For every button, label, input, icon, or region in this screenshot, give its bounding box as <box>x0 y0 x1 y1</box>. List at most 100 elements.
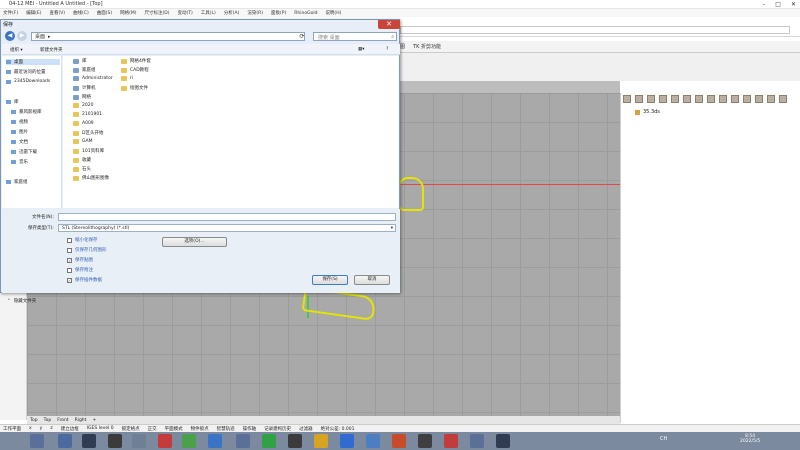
list-item[interactable]: 2020 <box>73 103 93 108</box>
nav-item-recent[interactable]: 最近访问的位置 <box>6 69 46 75</box>
breadcrumb-chevron-icon[interactable]: ▸ <box>48 34 51 40</box>
taskbar-app-icon[interactable] <box>288 434 302 448</box>
panel-icon[interactable] <box>635 95 643 103</box>
nav-item-pictures[interactable]: 图片 <box>11 129 28 135</box>
panel-icon[interactable] <box>779 95 787 103</box>
layer-tree-item[interactable]: 35.3ds <box>635 109 660 115</box>
search-input[interactable]: 搜索 桌面 ⌕ <box>313 32 397 41</box>
menu-tools[interactable]: 工具(L) <box>201 10 216 16</box>
checkbox-save-notes[interactable]: 保存附注 <box>67 267 93 273</box>
tab-tk[interactable]: TK 折剪功能 <box>413 43 441 50</box>
menu-file[interactable]: 文件(F) <box>3 10 18 16</box>
viewport-tab[interactable]: Top <box>44 418 52 423</box>
refresh-icon[interactable]: ⟳ <box>297 32 307 41</box>
list-item[interactable]: 网格4件套 <box>121 58 151 64</box>
nav-item-documents[interactable]: 文档 <box>11 139 28 145</box>
panel-icon[interactable] <box>719 95 727 103</box>
menu-analyze[interactable]: 分析(A) <box>224 10 240 16</box>
filetype-select[interactable]: STL (Stereolithography) (*.stl) ▾ <box>58 224 396 232</box>
breadcrumb-desktop[interactable]: 桌面 <box>35 33 45 40</box>
nav-item-downloads[interactable]: 2345Downloads <box>6 79 50 84</box>
taskbar-app-icon[interactable] <box>470 434 484 448</box>
input-language[interactable]: CH <box>660 436 667 442</box>
checkbox-box[interactable]: ✓ <box>67 277 72 283</box>
checkbox-box[interactable] <box>67 267 72 273</box>
panel-icon[interactable] <box>731 95 739 103</box>
menu-dimension[interactable]: 尺寸标注(D) <box>145 10 170 16</box>
organize-button[interactable]: 组织 ▾ <box>10 47 23 53</box>
status-ortho[interactable]: 正交 <box>148 426 157 432</box>
checkbox-plugin-data[interactable]: ✓ 保存插件数据 <box>67 277 102 283</box>
checkbox-box[interactable] <box>67 237 72 243</box>
selected-model-part[interactable] <box>398 177 424 211</box>
list-item[interactable]: A009 <box>73 121 94 126</box>
checkbox-minimize[interactable]: 缩小化保存 <box>67 237 98 243</box>
nav-item-music[interactable]: 音乐 <box>11 159 28 165</box>
taskbar-app-icon[interactable] <box>444 434 458 448</box>
help-icon[interactable]: ? <box>386 47 388 52</box>
menu-view[interactable]: 查看(V) <box>49 10 65 16</box>
status-gumball[interactable]: 操作轴 <box>243 426 257 432</box>
list-item[interactable]: 绘图文件 <box>121 85 148 91</box>
list-item[interactable]: GAM <box>73 139 92 144</box>
list-item[interactable]: 101资料库 <box>73 148 104 154</box>
menu-transform[interactable]: 变动(T) <box>177 10 192 16</box>
taskbar-app-icon[interactable] <box>418 434 432 448</box>
taskbar-app-icon[interactable] <box>158 434 172 448</box>
nav-item-homegroup[interactable]: 家庭组 <box>6 179 28 185</box>
cancel-button[interactable]: 取消 <box>354 275 390 285</box>
taskbar-app-icon[interactable] <box>236 434 250 448</box>
taskbar-app-icon[interactable] <box>82 434 96 448</box>
hide-folders-toggle[interactable]: ⌃ 隐藏文件夹 <box>7 298 36 305</box>
status-grid-snap[interactable]: 锁定格点 <box>122 426 140 432</box>
maximize-icon[interactable]: □ <box>775 1 781 8</box>
viewport-tab[interactable]: Right <box>75 418 87 423</box>
status-history[interactable]: 记录建构历史 <box>264 426 291 432</box>
new-folder-button[interactable]: 新建文件夹 <box>40 47 63 53</box>
taskbar-app-icon[interactable] <box>208 434 222 448</box>
taskbar-app-icon[interactable] <box>496 434 510 448</box>
list-item[interactable]: CAD教程 <box>121 67 149 73</box>
menu-mesh[interactable]: 网格(M) <box>120 10 136 16</box>
nav-item-desktop[interactable]: 桌面 <box>6 59 60 65</box>
list-item[interactable]: 石头 <box>73 166 91 172</box>
status-filter[interactable]: 过滤器 <box>299 426 313 432</box>
checkbox-box[interactable]: ✓ <box>67 257 72 263</box>
panel-icon[interactable] <box>755 95 763 103</box>
panel-icon[interactable] <box>623 95 631 103</box>
list-item[interactable]: 家庭组 <box>73 67 96 73</box>
tab-graphics[interactable]: 图 <box>400 43 405 50</box>
options-button[interactable]: 选项(O)... <box>162 237 227 247</box>
menu-rhinogold[interactable]: RhinoGold <box>294 11 317 16</box>
checkbox-geometry-only[interactable]: 仅保存几何图形 <box>67 247 107 253</box>
menu-panels[interactable]: 面板(P) <box>271 10 286 16</box>
list-item[interactable]: 收藏 <box>73 157 91 163</box>
command-input[interactable] <box>400 26 790 34</box>
panel-icon[interactable] <box>707 95 715 103</box>
list-item[interactable]: Administrator <box>73 76 113 81</box>
panel-icon[interactable] <box>767 95 775 103</box>
minimize-icon[interactable]: – <box>762 1 765 8</box>
filename-field[interactable] <box>58 213 396 221</box>
viewport-tab[interactable]: Front <box>57 418 68 423</box>
list-item[interactable]: 2101901 <box>73 112 102 117</box>
taskbar-app-icon[interactable] <box>132 434 146 448</box>
close-icon[interactable]: ✕ <box>791 1 796 8</box>
list-item[interactable]: D区头开始 <box>73 130 103 136</box>
list-item[interactable]: 计算机 <box>73 85 96 91</box>
save-button[interactable]: 保存(S) <box>312 275 348 285</box>
taskbar-app-icon[interactable] <box>340 434 354 448</box>
list-item[interactable]: 网络 <box>73 94 91 100</box>
close-icon[interactable]: ✕ <box>378 20 400 29</box>
taskbar-app-icon[interactable] <box>182 434 196 448</box>
menu-help[interactable]: 说明(H) <box>325 10 341 16</box>
status-planar[interactable]: 平面模式 <box>165 426 183 432</box>
address-bar[interactable]: 桌面 ▸ <box>31 32 305 41</box>
panel-icon[interactable] <box>683 95 691 103</box>
panel-icon[interactable] <box>743 95 751 103</box>
list-item[interactable]: 库 <box>73 58 87 64</box>
list-item[interactable]: ri <box>121 76 133 81</box>
list-item[interactable]: 佛山图形图像 <box>73 175 109 181</box>
viewport-tab[interactable]: Top <box>30 418 38 423</box>
taskbar-app-icon[interactable] <box>108 434 122 448</box>
